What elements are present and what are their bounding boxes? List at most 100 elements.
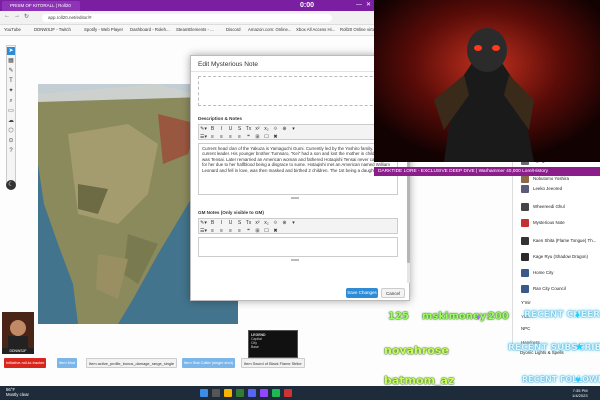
superscript-button[interactable]: x² bbox=[253, 125, 262, 133]
browser-tab[interactable]: PRISM OF KITORALL | Roll20 bbox=[2, 1, 80, 11]
discord-icon[interactable] bbox=[248, 389, 256, 397]
journal-folder[interactable]: NPC bbox=[521, 322, 600, 336]
bookmark-discord[interactable]: Discord bbox=[226, 27, 241, 32]
bookmark-amazon[interactable]: Amazon.com: Online... bbox=[248, 27, 291, 32]
macro-initiative-button[interactable]: Initiative-roll-to-tracker bbox=[4, 358, 47, 368]
journal-folder[interactable]: Y'mir bbox=[521, 296, 600, 310]
cancel-button[interactable]: Cancel bbox=[381, 288, 405, 298]
italic-button[interactable]: I bbox=[217, 125, 226, 133]
delete-icon[interactable]: ✖ bbox=[271, 133, 280, 141]
twitch-icon[interactable] bbox=[260, 389, 268, 397]
macro-stat-caller-button[interactable]: Item Stat Caller (single shot) bbox=[182, 358, 236, 368]
bookmark-streamelements[interactable]: SteamElements - ... bbox=[176, 27, 214, 32]
ruler-tool-icon[interactable]: ▭ bbox=[7, 107, 15, 115]
weather-widget[interactable]: 56°F Mostly clear bbox=[6, 387, 29, 397]
underline-button[interactable]: U bbox=[226, 219, 235, 227]
table-icon[interactable]: ⊞ bbox=[253, 133, 262, 141]
map-layer-icon[interactable]: ▦ bbox=[7, 57, 15, 65]
link-icon[interactable]: ⟐ bbox=[271, 219, 280, 227]
file-explorer-icon[interactable] bbox=[224, 389, 232, 397]
turn-tracker-icon[interactable]: ⊙ bbox=[7, 137, 15, 145]
close-window-icon[interactable]: ✕ bbox=[366, 0, 371, 11]
bookmark-spotify[interactable]: Spotify - Web Player bbox=[84, 27, 123, 32]
night-mode-icon[interactable]: ☾ bbox=[6, 180, 16, 190]
forward-icon[interactable]: → bbox=[14, 13, 20, 19]
spotify-icon[interactable] bbox=[272, 389, 280, 397]
bold-button[interactable]: B bbox=[208, 125, 217, 133]
macro-black-flame-button[interactable]: Item Sword of Black Flame Strike bbox=[241, 358, 305, 368]
list-dropdown[interactable]: ☰▾ bbox=[199, 133, 208, 141]
text-tool-icon[interactable]: T bbox=[7, 77, 15, 85]
align-center-icon[interactable]: ≡ bbox=[217, 227, 226, 235]
quote-icon[interactable]: ❝ bbox=[244, 227, 253, 235]
bookmark-twitch[interactable]: DDNWSJF - Twitch bbox=[34, 27, 71, 32]
unlink-icon[interactable]: ⊕ bbox=[280, 125, 289, 133]
bookmark-dashboard[interactable]: Dashboard - Roleh... bbox=[130, 27, 170, 32]
resize-grip[interactable] bbox=[291, 197, 299, 199]
subscript-button[interactable]: x₂ bbox=[262, 219, 271, 227]
gm-notes-editor[interactable] bbox=[198, 237, 398, 257]
align-center-icon[interactable]: ≡ bbox=[217, 133, 226, 141]
strike-button[interactable]: S bbox=[235, 219, 244, 227]
align-left-icon[interactable]: ≡ bbox=[208, 133, 217, 141]
reload-icon[interactable]: ↻ bbox=[24, 13, 29, 20]
dice-tool-icon[interactable]: ⬡ bbox=[7, 127, 15, 135]
style-dropdown[interactable]: ✎▾ bbox=[199, 219, 208, 227]
fog-tool-icon[interactable]: ☁ bbox=[7, 117, 15, 125]
table-icon[interactable]: ⊞ bbox=[253, 227, 262, 235]
resize-grip[interactable] bbox=[291, 259, 299, 261]
align-left-icon[interactable]: ≡ bbox=[208, 227, 217, 235]
clear-format-button[interactable]: Tx bbox=[244, 219, 253, 227]
link-icon[interactable]: ⟐ bbox=[271, 125, 280, 133]
unlink-icon[interactable]: ⊕ bbox=[280, 219, 289, 227]
subscript-button[interactable]: x₂ bbox=[262, 125, 271, 133]
draw-tool-icon[interactable]: ✎ bbox=[7, 67, 15, 75]
delete-icon[interactable]: ✖ bbox=[271, 227, 280, 235]
justify-icon[interactable]: ≡ bbox=[235, 133, 244, 141]
clear-format-button[interactable]: Tx bbox=[244, 125, 253, 133]
align-right-icon[interactable]: ≡ bbox=[226, 133, 235, 141]
more-dropdown[interactable]: ▾ bbox=[289, 125, 298, 133]
underline-button[interactable]: U bbox=[226, 125, 235, 133]
select-tool-icon[interactable]: ➤ bbox=[7, 47, 15, 55]
journal-item[interactable]: Home City bbox=[521, 266, 600, 280]
quote-icon[interactable]: ❝ bbox=[244, 133, 253, 141]
minimize-icon[interactable]: — bbox=[356, 0, 362, 11]
style-dropdown[interactable]: ✎▾ bbox=[199, 125, 208, 133]
strike-button[interactable]: S bbox=[235, 125, 244, 133]
chrome-icon[interactable] bbox=[236, 389, 244, 397]
justify-icon[interactable]: ≡ bbox=[235, 227, 244, 235]
italic-button[interactable]: I bbox=[217, 219, 226, 227]
url-field[interactable]: app.roll20.net/editor/# bbox=[42, 14, 332, 22]
macro-item-mod-button[interactable]: Item Mod bbox=[57, 358, 78, 368]
description-editor[interactable]: Current head clan of the Yakuza is Yamag… bbox=[198, 143, 398, 195]
search-icon[interactable] bbox=[212, 389, 220, 397]
journal-item[interactable]: Mysterious Note bbox=[521, 216, 600, 230]
journal-item[interactable]: Kaen Shita (Flame Tongue) Th... bbox=[521, 234, 600, 248]
more-dropdown[interactable]: ▾ bbox=[289, 219, 298, 227]
bits-amount: 200 bbox=[488, 311, 509, 322]
bookmark-youtube[interactable]: YouTube bbox=[4, 27, 21, 32]
journal-item[interactable]: Wheereedi Ghul bbox=[521, 200, 600, 214]
superscript-button[interactable]: x² bbox=[253, 219, 262, 227]
obs-icon[interactable] bbox=[284, 389, 292, 397]
zoom-tool-icon[interactable]: ⌕ bbox=[7, 97, 15, 105]
journal-item[interactable]: Ran City Council bbox=[521, 282, 600, 296]
start-icon[interactable] bbox=[200, 389, 208, 397]
bold-button[interactable]: B bbox=[208, 219, 217, 227]
journal-item[interactable]: Kage Ryu (Shadow Dragon) bbox=[521, 250, 600, 264]
macro-damage-range-button[interactable]: Item active_profile_bonus_damage_range_s… bbox=[86, 358, 178, 368]
bookmark-xbox[interactable]: Xbox All Access Hi... bbox=[296, 27, 335, 32]
system-clock[interactable]: 7:35 PM 1/4/2023 bbox=[572, 388, 588, 398]
save-changes-button[interactable]: Save Changes bbox=[346, 288, 378, 298]
bookmark-roll20[interactable]: Roll20 Online virtu... bbox=[340, 27, 379, 32]
list-dropdown[interactable]: ☰▾ bbox=[199, 227, 208, 235]
align-right-icon[interactable]: ≡ bbox=[226, 227, 235, 235]
fx-tool-icon[interactable]: ✦ bbox=[7, 87, 15, 95]
back-icon[interactable]: ← bbox=[4, 13, 10, 19]
image-icon[interactable]: ☐ bbox=[262, 227, 271, 235]
help-icon[interactable]: ? bbox=[7, 147, 15, 155]
journal-item[interactable]: Leeko Jeeored bbox=[521, 182, 600, 196]
image-icon[interactable]: ☐ bbox=[262, 133, 271, 141]
image-drop-area[interactable] bbox=[198, 76, 398, 106]
